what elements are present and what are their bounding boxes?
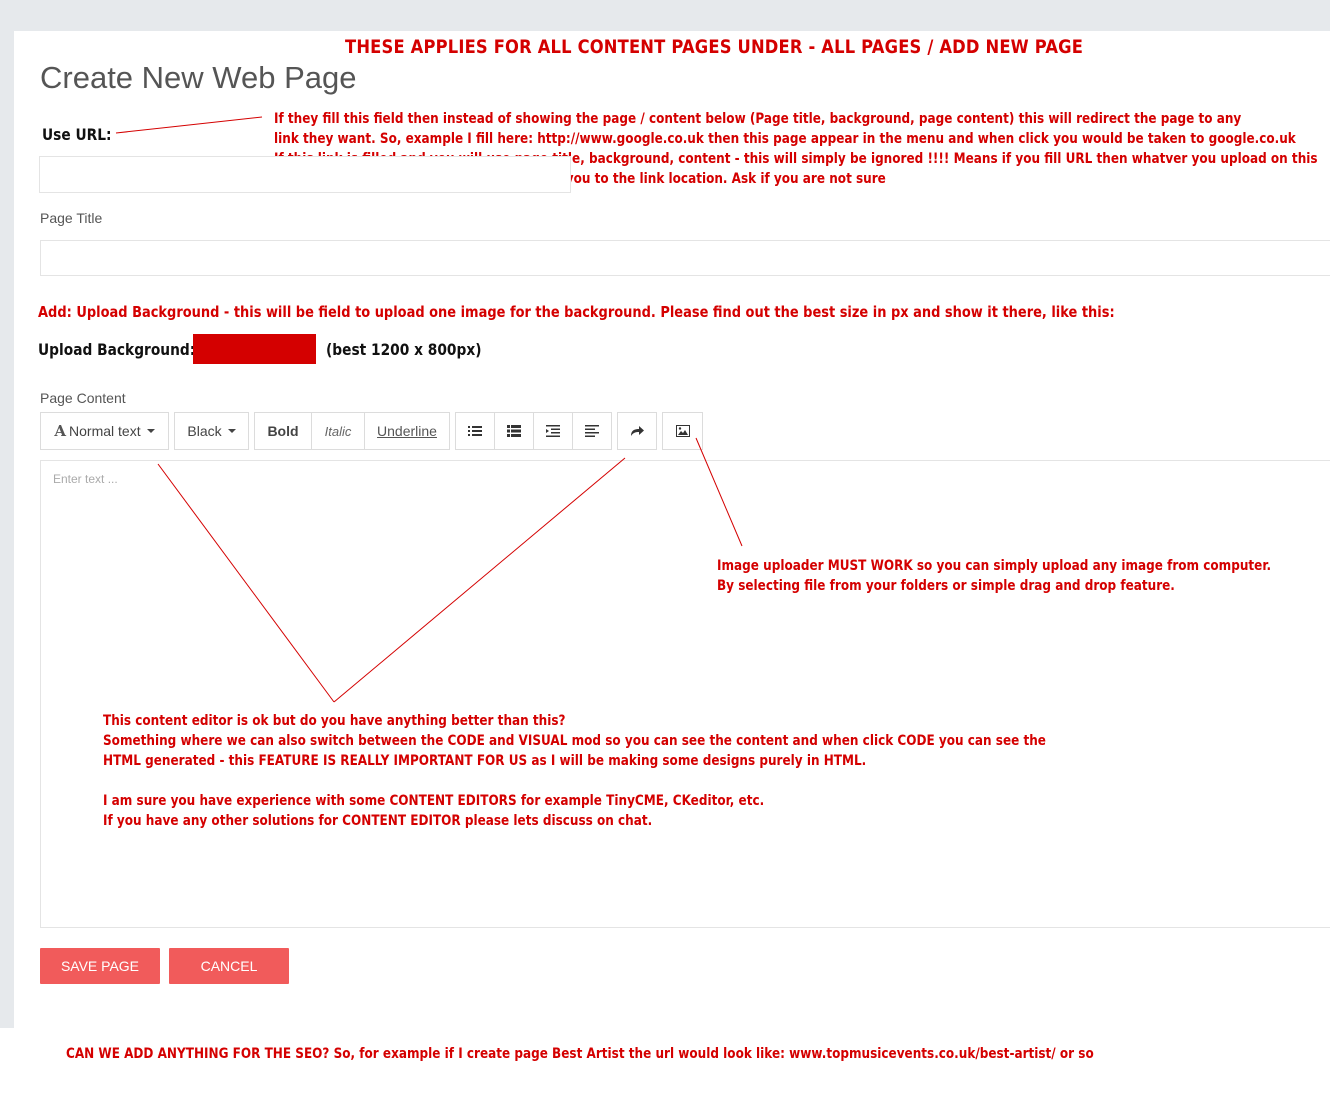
insert-image-button[interactable] bbox=[662, 412, 703, 450]
app-frame-left bbox=[0, 0, 14, 1028]
content-editor[interactable] bbox=[40, 460, 1330, 928]
chevron-down-icon bbox=[146, 429, 155, 433]
annotation-editor-line bbox=[103, 771, 1046, 791]
unordered-list-button[interactable] bbox=[456, 413, 495, 449]
list-button-group bbox=[455, 412, 612, 450]
redo-button[interactable] bbox=[617, 412, 657, 450]
annotation-image-line: Image uploader MUST WORK so you can simp… bbox=[717, 558, 1272, 574]
annotation-editor-line: Something where we can also switch betwe… bbox=[103, 733, 1046, 749]
outdent-icon bbox=[546, 425, 560, 437]
annotation-url-line: link they want. So, example I fill here:… bbox=[274, 131, 1296, 147]
page-title-label: Page Title bbox=[40, 210, 103, 226]
bold-button[interactable]: Bold bbox=[255, 413, 312, 449]
editor-placeholder: Enter text ... bbox=[53, 472, 118, 486]
save-page-button[interactable]: SAVE PAGE bbox=[40, 948, 160, 984]
text-color-dropdown[interactable]: Black bbox=[174, 412, 249, 450]
use-url-label: Use URL: bbox=[42, 125, 112, 144]
annotation-add-background: Add: Upload Background - this will be fi… bbox=[38, 303, 1115, 321]
annotation-editor-line: HTML generated - this FEATURE IS REALLY … bbox=[103, 753, 867, 769]
app-frame-top bbox=[0, 0, 1330, 31]
annotation-image-uploader: Image uploader MUST WORK so you can simp… bbox=[717, 556, 1271, 596]
annotation-content-editor: This content editor is ok but do you hav… bbox=[103, 711, 1046, 831]
page-title-input[interactable] bbox=[40, 240, 1330, 276]
redo-icon bbox=[631, 426, 644, 436]
cancel-button[interactable]: CANCEL bbox=[169, 948, 289, 984]
indent-icon bbox=[585, 425, 599, 437]
annotation-image-line: By selecting file from your folders or s… bbox=[717, 578, 1175, 594]
annotation-editor-line: I am sure you have experience with some … bbox=[103, 793, 765, 809]
text-style-dropdown[interactable]: A Normal text bbox=[40, 412, 169, 450]
font-icon: A bbox=[54, 422, 67, 440]
underline-button[interactable]: Underline bbox=[365, 413, 449, 449]
italic-button[interactable]: Italic bbox=[312, 413, 365, 449]
use-url-input[interactable] bbox=[39, 156, 571, 193]
annotation-editor-line: If you have any other solutions for CONT… bbox=[103, 813, 653, 829]
text-color-label: Black bbox=[187, 423, 222, 439]
format-button-group: Bold Italic Underline bbox=[254, 412, 450, 450]
upload-background-field[interactable] bbox=[193, 334, 316, 364]
unordered-list-icon bbox=[468, 426, 482, 436]
outdent-button[interactable] bbox=[534, 413, 573, 449]
chevron-down-icon bbox=[227, 429, 236, 433]
indent-button[interactable] bbox=[573, 413, 611, 449]
upload-background-hint: (best 1200 x 800px) bbox=[326, 340, 482, 359]
annotation-heading: THESE APPLIES FOR ALL CONTENT PAGES UNDE… bbox=[345, 36, 1084, 58]
annotation-seo: CAN WE ADD ANYTHING FOR THE SEO? So, for… bbox=[66, 1046, 1094, 1062]
upload-background-label: Upload Background: bbox=[38, 340, 196, 359]
annotation-editor-line: This content editor is ok but do you hav… bbox=[103, 713, 566, 729]
page-title: Create New Web Page bbox=[40, 60, 357, 95]
page-content-label: Page Content bbox=[40, 390, 126, 406]
text-style-label: Normal text bbox=[69, 423, 141, 439]
ordered-list-button[interactable] bbox=[495, 413, 534, 449]
annotation-url-line: If they fill this field then instead of … bbox=[274, 111, 1242, 127]
image-icon bbox=[675, 425, 690, 437]
ordered-list-icon bbox=[507, 425, 521, 437]
